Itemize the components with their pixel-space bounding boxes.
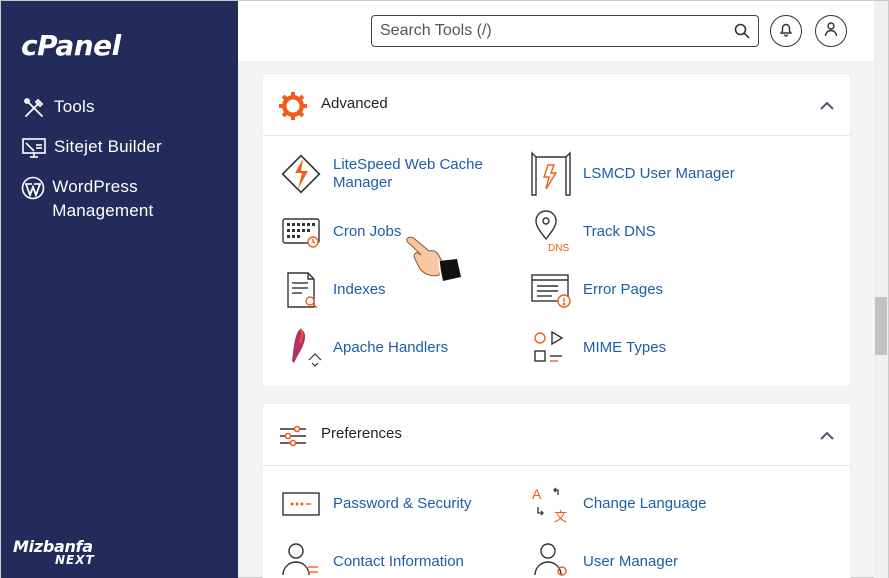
lsmcd-user-manager[interactable]: LSMCD User Manager	[527, 150, 735, 198]
cron-jobs[interactable]: Cron Jobs	[277, 208, 401, 256]
item-label: Apache Handlers	[333, 339, 449, 356]
sidebar-item-label: Tools	[54, 97, 95, 116]
cpanel-logo[interactable]: cPanel	[21, 29, 121, 62]
watermark-sub: NEXT	[55, 553, 95, 567]
top-header	[238, 1, 888, 61]
track-dns-icon: DNS	[527, 208, 575, 256]
svg-text:DNS: DNS	[548, 243, 569, 254]
search-input[interactable]	[372, 16, 712, 46]
change-language[interactable]: A 文 Change Language	[527, 480, 706, 528]
user-menu-button[interactable]	[815, 15, 847, 47]
section-title: Advanced	[321, 95, 388, 112]
scrollbar[interactable]	[874, 1, 888, 578]
pointing-hand-icon	[403, 233, 465, 294]
bell-icon	[778, 21, 794, 42]
gear-icon	[278, 91, 308, 121]
tools-icon	[21, 95, 47, 121]
password-security[interactable]: Password & Security	[277, 480, 471, 528]
search-box	[371, 15, 759, 47]
item-label: Track DNS	[583, 223, 656, 240]
sidebar-item-tools[interactable]: Tools	[21, 95, 231, 121]
item-label: Cron Jobs	[333, 223, 402, 240]
scroll-thumb[interactable]	[875, 297, 887, 355]
indexes[interactable]: Indexes	[277, 266, 386, 314]
sidebar-item-label: Sitejet Builder	[54, 137, 162, 156]
preferences-section-header[interactable]: Preferences	[263, 404, 850, 466]
advanced-section: Advanced LiteSpeed Web Cache Manager LSM…	[262, 73, 851, 387]
svg-text:文: 文	[554, 510, 567, 525]
language-icon: A 文	[527, 480, 575, 528]
litespeed-web-cache-manager[interactable]: LiteSpeed Web Cache Manager	[277, 150, 493, 198]
sidebar-nav: Tools Sitejet Builder WordPress Manageme…	[21, 95, 231, 237]
item-label: Contact Information	[333, 553, 464, 570]
notifications-button[interactable]	[770, 15, 802, 47]
user-manager[interactable]: User Manager	[527, 538, 678, 578]
advanced-section-header[interactable]: Advanced	[263, 74, 850, 136]
search-icon[interactable]	[734, 23, 750, 44]
sidebar-item-wordpress[interactable]: WordPress Management	[21, 175, 231, 223]
sidebar: cPanel Tools Sitejet Builder WordPress M…	[1, 1, 238, 578]
item-label: Change Language	[583, 495, 707, 512]
item-label: User Manager	[583, 553, 679, 570]
item-label: LiteSpeed Web Cache Manager	[333, 156, 483, 191]
user-icon	[823, 21, 839, 42]
mizbanfa-watermark: Mizbanfa NEXT	[13, 537, 95, 567]
item-label: Error Pages	[583, 281, 664, 298]
section-title: Preferences	[321, 425, 402, 442]
error-pages-icon	[527, 266, 575, 314]
wordpress-icon	[21, 175, 45, 201]
monitor-icon	[21, 135, 47, 161]
sidebar-item-label: WordPress Management	[52, 177, 154, 220]
mime-types-icon	[527, 324, 575, 372]
item-label: Password & Security	[333, 495, 472, 512]
lsmcd-icon	[527, 150, 575, 198]
sliders-icon	[278, 421, 308, 451]
item-label: MIME Types	[583, 339, 667, 356]
contact-icon	[277, 538, 325, 578]
svg-text:A: A	[532, 486, 542, 502]
password-icon	[277, 480, 325, 528]
track-dns[interactable]: DNS Track DNS	[527, 208, 656, 256]
mime-types[interactable]: MIME Types	[527, 324, 666, 372]
error-pages[interactable]: Error Pages	[527, 266, 663, 314]
item-label: LSMCD User Manager	[583, 165, 735, 182]
apache-handlers-icon	[277, 324, 325, 372]
apache-handlers[interactable]: Apache Handlers	[277, 324, 448, 372]
indexes-icon	[277, 266, 325, 314]
item-label: Indexes	[333, 281, 386, 298]
litespeed-icon	[277, 150, 325, 198]
chevron-up-icon[interactable]	[820, 428, 834, 446]
cron-jobs-icon	[277, 208, 325, 256]
sidebar-item-sitejet[interactable]: Sitejet Builder	[21, 135, 231, 161]
chevron-up-icon[interactable]	[820, 98, 834, 116]
contact-information[interactable]: Contact Information	[277, 538, 464, 578]
preferences-section: Preferences Password & Security A 文 Chan…	[262, 403, 851, 578]
user-manager-icon	[527, 538, 575, 578]
